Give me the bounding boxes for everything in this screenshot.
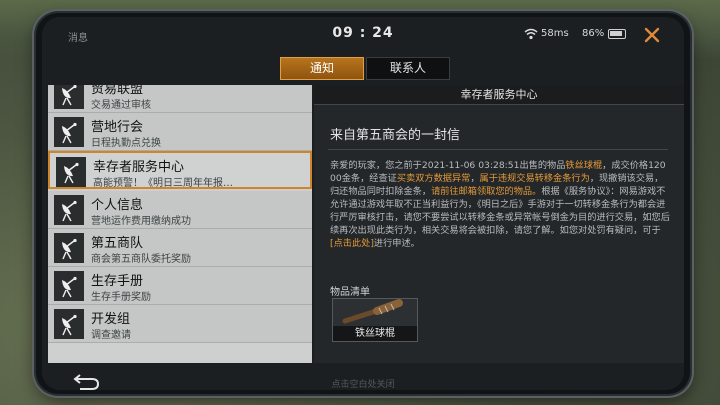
status-bar: 消息 09 : 24 58ms 86% [42, 17, 684, 55]
mail-body-highlight: [点击此处] [330, 238, 374, 249]
list-item-subtitle: 高能预警！《明日三周年年报… [93, 178, 233, 189]
satellite-dish-icon [54, 85, 84, 109]
footer-bar: 点击空白处关闭 [42, 367, 684, 390]
satellite-dish-icon [54, 309, 84, 339]
list-item-subtitle: 生存手册奖励 [91, 292, 151, 303]
list-item-subtitle: 营地运作费用缴纳成功 [91, 216, 191, 227]
tab-contacts[interactable]: 联系人 [366, 57, 450, 80]
phone-screen: 消息 09 : 24 58ms 86% 通知 联系人 贸易联盟 交易通过审核 营… [42, 17, 684, 390]
mail-body-highlight: 铁丝球棍 [565, 160, 603, 171]
message-list[interactable]: 贸易联盟 交易通过审核 营地行会 日程执勤点兑换 幸存者服务中心 高能预警！《明… [48, 85, 312, 363]
list-item-title: 营地行会 [91, 120, 144, 135]
list-item-subtitle: 调查邀请 [91, 330, 131, 341]
mail-body-text: 进行申述。 [373, 238, 420, 249]
satellite-dish-icon [56, 157, 86, 187]
list-item-survival-manual[interactable]: 生存手册 生存手册奖励 [48, 267, 312, 305]
status-battery: 86% [582, 28, 605, 39]
list-item-subtitle: 商会第五商队委托奖励 [91, 254, 191, 265]
satellite-dish-icon [54, 233, 84, 263]
mail-body-highlight: 请前往邮箱领取您的物品。 [431, 186, 542, 197]
status-ping: 58ms [541, 28, 569, 39]
list-item-fifth-caravan[interactable]: 第五商队 商会第五商队委托奖励 [48, 229, 312, 267]
list-item-subtitle: 日程执勤点兑换 [91, 138, 161, 149]
list-item-trade-union[interactable]: 贸易联盟 交易通过审核 [48, 85, 312, 113]
satellite-dish-icon [54, 117, 84, 147]
mail-body-text: ， [470, 173, 480, 184]
phone-frame: 消息 09 : 24 58ms 86% 通知 联系人 贸易联盟 交易通过审核 营… [36, 13, 690, 394]
mail-body: 亲爱的玩家，您之前于2021-11-06 03:28:51出售的物品铁丝球棍，成… [330, 159, 670, 250]
list-item-subtitle: 交易通过审核 [91, 100, 151, 111]
mail-body-highlight: 买卖双方数据异常 [396, 173, 471, 184]
tab-notifications[interactable]: 通知 [280, 57, 364, 80]
list-item-title: 幸存者服务中心 [93, 160, 185, 175]
list-item-dev-team[interactable]: 开发组 调查邀请 [48, 305, 312, 343]
close-hint: 点击空白处关闭 [331, 380, 395, 390]
mail-sender-header: 幸存者服务中心 [314, 85, 684, 105]
list-item-personal-info[interactable]: 个人信息 营地运作费用缴纳成功 [48, 191, 312, 229]
goods-item-wire-bat[interactable]: 铁丝球棍 [332, 298, 418, 342]
list-item-title: 第五商队 [91, 236, 144, 251]
wifi-icon [524, 28, 538, 40]
satellite-dish-icon [54, 271, 84, 301]
list-item-camp-guild[interactable]: 营地行会 日程执勤点兑换 [48, 113, 312, 151]
title-divider [328, 149, 668, 150]
mail-detail-panel[interactable]: 幸存者服务中心 来自第五商会的一封信 亲爱的玩家，您之前于2021-11-06 … [314, 85, 684, 363]
goods-item-name: 铁丝球棍 [333, 326, 417, 341]
list-item-title: 生存手册 [91, 274, 144, 289]
mail-tabs: 通知 联系人 [280, 57, 450, 80]
mail-body-highlight: 属于违规交易转移金条行为 [479, 173, 590, 184]
mail-title: 来自第五商会的一封信 [330, 128, 461, 143]
close-icon[interactable] [640, 23, 664, 47]
list-item-survivor-service[interactable]: 幸存者服务中心 高能预警！《明日三周年年报… [48, 151, 312, 189]
list-item-title: 个人信息 [91, 198, 144, 213]
mail-body-text: 亲爱的玩家，您之前于2021-11-06 03:28:51出售的物品 [330, 160, 566, 171]
wire-bat-icon [342, 299, 403, 324]
satellite-dish-icon [54, 195, 84, 225]
battery-icon [608, 29, 626, 39]
goods-list-label: 物品清单 [330, 287, 370, 298]
list-item-title: 开发组 [91, 312, 131, 327]
